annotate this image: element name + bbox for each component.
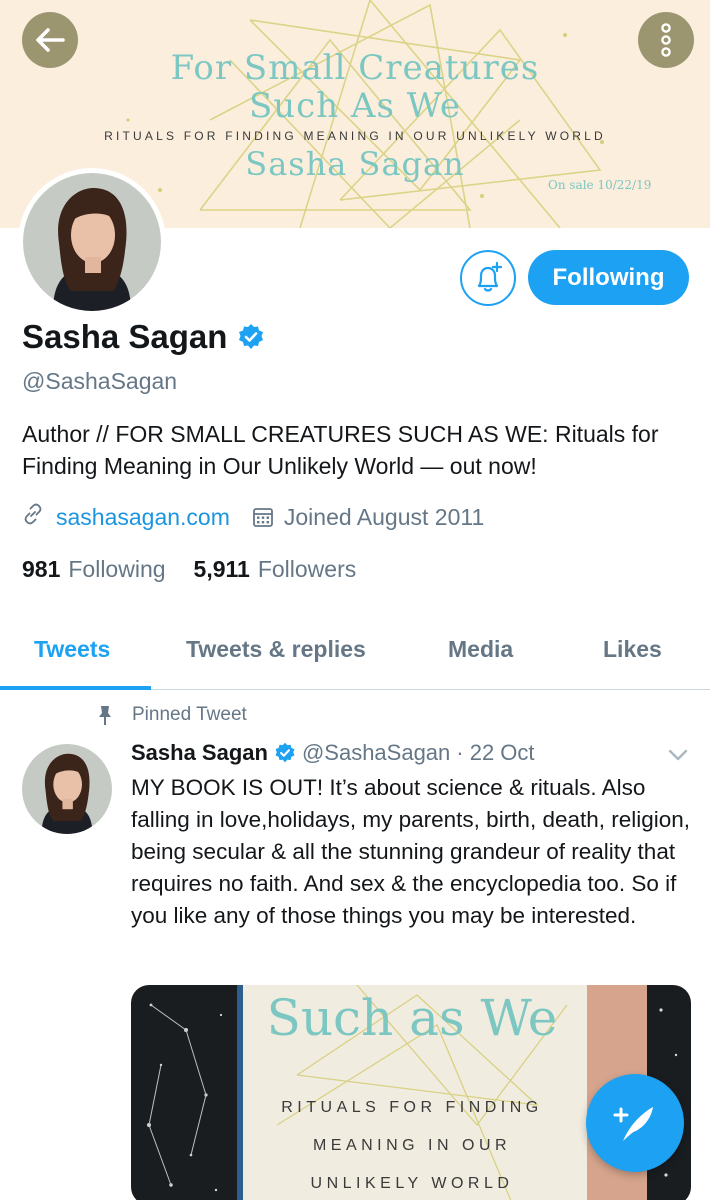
more-options-button[interactable] <box>638 12 694 68</box>
tweet-text: MY BOOK IS OUT! It’s about science & rit… <box>131 775 691 928</box>
tweet-menu-button[interactable] <box>668 748 688 767</box>
active-tab-indicator <box>0 686 151 690</box>
banner-sale-date: On sale 10/22/19 <box>548 178 652 192</box>
chevron-down-icon <box>668 749 688 761</box>
bell-plus-icon <box>477 261 503 292</box>
joined-date: Joined August 2011 <box>283 503 485 530</box>
verified-badge-icon <box>274 742 296 764</box>
compose-tweet-button[interactable] <box>586 1074 684 1172</box>
tweet-author-avatar[interactable] <box>22 744 112 834</box>
tweet-author-handle[interactable]: @SashaSagan <box>302 740 450 766</box>
pin-icon <box>92 704 118 726</box>
arrow-left-icon <box>36 28 65 52</box>
followers-stat[interactable]: 5,911 Followers <box>194 556 357 583</box>
avatar-photo <box>23 173 161 311</box>
more-vertical-icon <box>661 23 671 57</box>
back-button[interactable] <box>22 12 78 68</box>
followers-count: 5,911 <box>193 556 250 582</box>
tab-tweets[interactable]: Tweets <box>34 636 110 663</box>
profile-stats: 981 Following 5,911 Followers <box>22 556 356 583</box>
book-subtitle-line2: MEANING IN OUR <box>312 1137 512 1154</box>
banner-title-line2: Such As We <box>248 86 462 126</box>
banner-title-line1: For Small Creatures <box>170 48 540 88</box>
book-subtitle-line1: RITUALS FOR FINDING <box>281 1099 543 1116</box>
profile-avatar[interactable] <box>18 168 166 316</box>
website-link[interactable]: sashasagan.com <box>56 504 230 531</box>
followers-label: Followers <box>257 556 357 582</box>
tweet-date: · 22 Oct <box>456 740 535 765</box>
profile-name: Sasha Sagan <box>22 318 228 355</box>
verified-badge-icon <box>237 323 265 351</box>
compose-tweet-icon <box>613 1107 653 1141</box>
tab-likes[interactable]: Likes <box>603 636 662 663</box>
profile-name-row: Sasha Sagan <box>22 318 265 356</box>
tweet-author-name[interactable]: Sasha Sagan <box>131 740 268 766</box>
following-button[interactable]: Following <box>528 250 689 305</box>
profile-meta: sashasagan.com Joined August 2011 <box>22 503 484 531</box>
calendar-icon <box>252 506 274 528</box>
following-count: 981 <box>22 556 61 582</box>
profile-handle: @SashaSagan <box>22 368 178 394</box>
tweet-header: Sasha Sagan @SashaSagan · 22 Oct <box>131 740 535 766</box>
tab-tweets-replies[interactable]: Tweets & replies <box>186 636 366 663</box>
link-icon <box>22 503 44 531</box>
pinned-label: Pinned Tweet <box>132 704 247 725</box>
profile-bio: Author // FOR SMALL CREATURES SUCH AS WE… <box>22 421 659 479</box>
book-title: Such as We <box>266 989 558 1047</box>
tab-media[interactable]: Media <box>448 636 513 663</box>
profile-tabs: Tweets Tweets & replies Media Likes <box>0 622 710 690</box>
pinned-tweet-indicator: Pinned Tweet <box>92 704 247 726</box>
avatar-photo <box>22 744 112 834</box>
following-label: Following <box>68 556 166 582</box>
notifications-button[interactable] <box>460 250 516 306</box>
banner-subtitle: RITUALS FOR FINDING MEANING IN OUR UNLIK… <box>104 129 606 143</box>
book-subtitle-line3: UNLIKELY WORLD <box>310 1175 514 1192</box>
following-stat[interactable]: 981 Following <box>22 556 166 583</box>
